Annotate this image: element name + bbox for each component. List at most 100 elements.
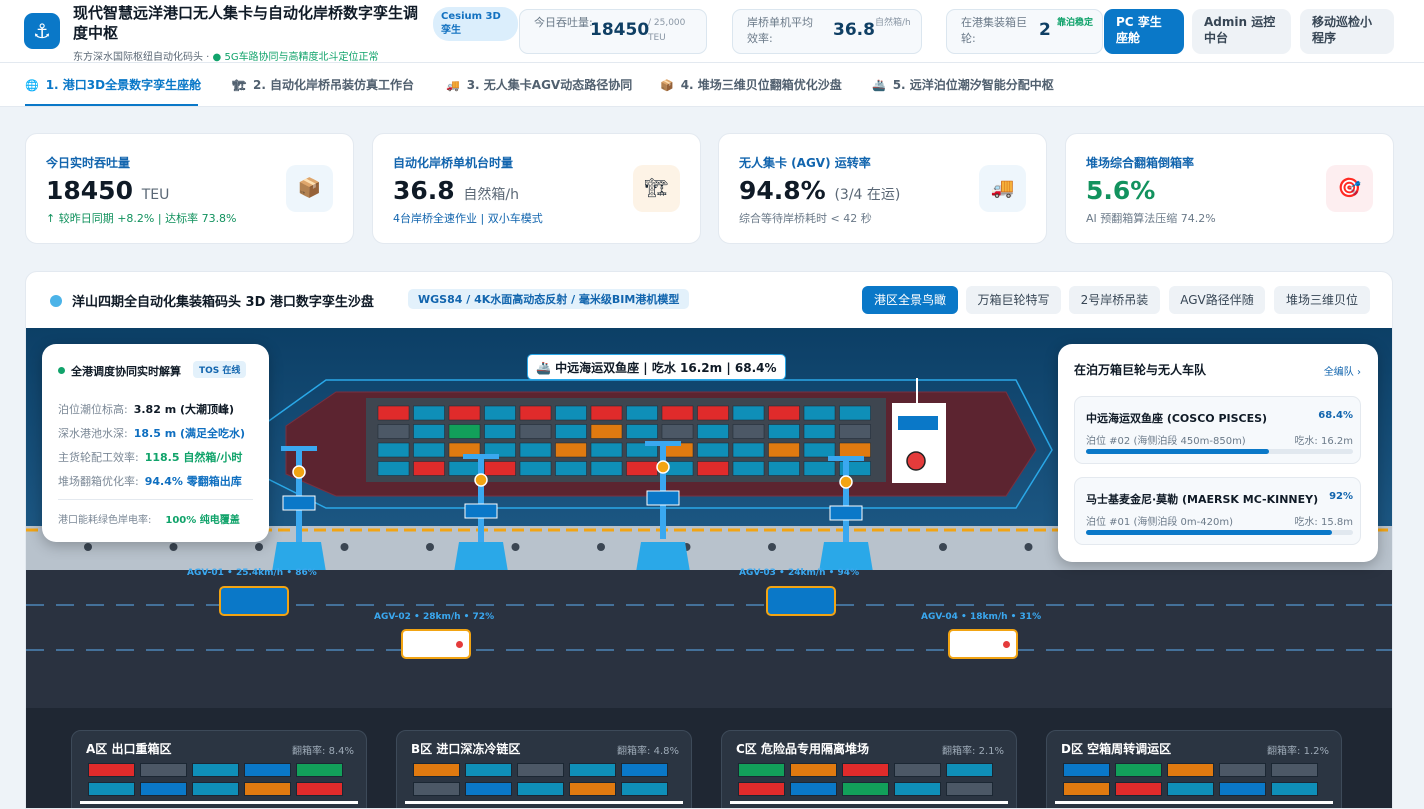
network-status: ● 5G车路协同与高精度北斗定位正常 (212, 52, 379, 63)
yard-block-2[interactable]: C区 危险品专用隔离堆场 翻箱率: 2.1% (721, 730, 1017, 808)
ship-item-maersk[interactable]: 马士基麦金尼·莫勒 (MAERSK MC-KINNEY) 92% 泊位 #01 … (1074, 477, 1361, 545)
ship-draft: 吃水: 15.8m (1294, 517, 1353, 528)
ship-container (590, 405, 623, 421)
agv-01[interactable] (219, 586, 289, 616)
ship-container (590, 424, 623, 439)
yard-container (1219, 763, 1266, 777)
yard-container (517, 782, 564, 796)
kpi-unit: 自然箱/h (875, 18, 911, 28)
agv-02[interactable] (401, 629, 471, 659)
metric-depth: 深水港池水深: 18.5 m (满足全吃水) (58, 427, 246, 440)
card-value: 36.8 自然箱/h (393, 176, 519, 205)
coordination-panel: 全港调度协同实时解算 TOS 在线 泊位潮位标高: 3.82 m (大潮顶峰) 深… (42, 344, 269, 542)
ship-name: 中远海运双鱼座 (COSCO PISCES) (1086, 412, 1268, 425)
crane-base (454, 542, 508, 572)
tab-berth-tide[interactable]: 🚢 5. 远洋泊位潮汐智能分配中枢 (872, 76, 1054, 93)
truck-icon: 🚚 (979, 165, 1026, 212)
ship-container (413, 461, 445, 476)
yard-container (1167, 782, 1214, 796)
ship-name: 马士基麦金尼·莫勒 (MAERSK MC-KINNEY) (1086, 493, 1319, 506)
crane-trolley (839, 475, 853, 489)
yard-container (296, 763, 343, 777)
ship-load: 68.4% (1318, 410, 1353, 421)
port-3d-scene[interactable]: AGV-01 • 25.4km/h • 86% AGV-02 • 28km/h … (26, 328, 1392, 808)
view-panorama-button[interactable]: 港区全景鸟瞰 (862, 286, 958, 314)
yard-container (621, 782, 668, 796)
ship-container (519, 424, 552, 439)
view-yard-bay-button[interactable]: 堆场三维贝位 (1274, 286, 1370, 314)
twin-spec-tag: WGS84 / 4K水面高动态反射 / 毫米级BIM港机模型 (408, 289, 690, 309)
app-subtitle: 东方深水国际枢纽自动化码头 · ● 5G车路协同与高精度北斗定位正常 (73, 48, 379, 63)
ship-container (768, 442, 800, 458)
ship-container (839, 405, 871, 421)
view-agv-follow-button[interactable]: AGV路径伴随 (1169, 286, 1265, 314)
bridge-window (898, 416, 938, 430)
yard-container (894, 782, 941, 796)
ship-container (413, 442, 445, 458)
tab-label: 5. 远洋泊位潮汐智能分配中枢 (892, 78, 1054, 92)
crane-trolley (474, 473, 488, 487)
kpi-value: 36.8 (833, 20, 875, 40)
view-ship-closeup-button[interactable]: 万箱巨轮特写 (966, 286, 1061, 314)
yard-block-3[interactable]: D区 空箱周转调运区 翻箱率: 1.2% (1046, 730, 1342, 808)
ship-container (448, 424, 481, 439)
ship-container (768, 461, 800, 476)
header-kpi-throughput: 今日吞吐量: 18450 / 25,000 TEU (519, 9, 707, 54)
yard-container (1271, 763, 1318, 777)
yard-block-0[interactable]: A区 出口重箱区 翻箱率: 8.4% (71, 730, 367, 808)
crane-spreader (646, 490, 680, 506)
yard-crane-rail (405, 801, 683, 804)
agv-light (456, 641, 463, 648)
crane-spreader (464, 503, 498, 519)
tab-crane-sim[interactable]: 🏗 2. 自动化岸桥吊装仿真工作台 (232, 76, 414, 93)
header-kpi-efficiency: 岸桥单机平均效率: 36.8 自然箱/h (732, 9, 922, 54)
yard-container (413, 782, 460, 796)
ship-container (661, 424, 694, 439)
yard-name: C区 危险品专用隔离堆场 (736, 742, 869, 756)
crane-trolley (292, 465, 306, 479)
yard-container (1219, 782, 1266, 796)
ship-container (519, 405, 552, 421)
anchor-icon: ⚓ (24, 13, 60, 49)
tab-agv-routing[interactable]: 🚚 3. 无人集卡AGV动态路径协同 (446, 76, 632, 93)
online-dot (58, 367, 65, 374)
yard-container (140, 763, 187, 777)
ship-item-cosco[interactable]: 中远海运双鱼座 (COSCO PISCES) 68.4% 泊位 #02 (海侧泊… (1074, 396, 1361, 464)
active-tab-indicator (25, 104, 198, 106)
ship-container (732, 442, 765, 458)
yard-container (738, 782, 785, 796)
ship-berth: 泊位 #02 (海侧泊段 450m-850m) (1086, 436, 1246, 447)
card-label: 自动化岸桥单机台时量 (393, 156, 514, 170)
truck-icon: 🚚 (446, 79, 460, 92)
yard-container (738, 763, 785, 777)
bollard (255, 543, 263, 551)
ship-container (626, 405, 658, 421)
agv-04[interactable] (948, 629, 1018, 659)
yard-container (413, 763, 460, 777)
admin-console-button[interactable]: Admin 运控中台 (1192, 9, 1291, 54)
ship-container (732, 424, 765, 439)
kpi-unit: / 25,000 TEU (648, 18, 686, 43)
yard-container (88, 782, 135, 796)
mobile-miniprogram-button[interactable]: 移动巡检小程序 (1300, 9, 1394, 54)
load-bar-fill (1086, 449, 1269, 454)
ship-container (803, 461, 836, 476)
yard-container (517, 763, 564, 777)
card-sub: ↑ 较昨日同期 +8.2% | 达标率 73.8% (46, 212, 237, 225)
view-crane2-button[interactable]: 2号岸桥吊装 (1069, 286, 1160, 314)
yard-container (1167, 763, 1214, 777)
fleet-all-link[interactable]: 全编队 › (1324, 363, 1361, 378)
agv-03[interactable] (766, 586, 836, 616)
yard-name: D区 空箱周转调运区 (1061, 742, 1172, 756)
card-sub: 4台岸桥全速作业 | 双小车模式 (393, 212, 543, 225)
yard-block-1[interactable]: B区 进口深冻冷链区 翻箱率: 4.8% (396, 730, 692, 808)
agv-04-label: AGV-04 • 18km/h • 31% (921, 612, 1042, 622)
pc-cockpit-button[interactable]: PC 孪生座舱 (1104, 9, 1184, 54)
yard-container (946, 782, 993, 796)
crane-icon: 🏗 (633, 165, 680, 212)
tab-3d-cockpit[interactable]: 🌐 1. 港口3D全景数字孪生座舱 (25, 76, 201, 93)
ship-container (803, 405, 836, 421)
tab-yard-sandbox[interactable]: 📦 4. 堆场三维贝位翻箱优化沙盘 (660, 76, 842, 93)
yard-container (1063, 782, 1110, 796)
app-header: ⚓ 现代智慧远洋港口无人集卡与自动化岸桥数字孪生调度中枢 东方深水国际枢纽自动化… (0, 0, 1424, 63)
